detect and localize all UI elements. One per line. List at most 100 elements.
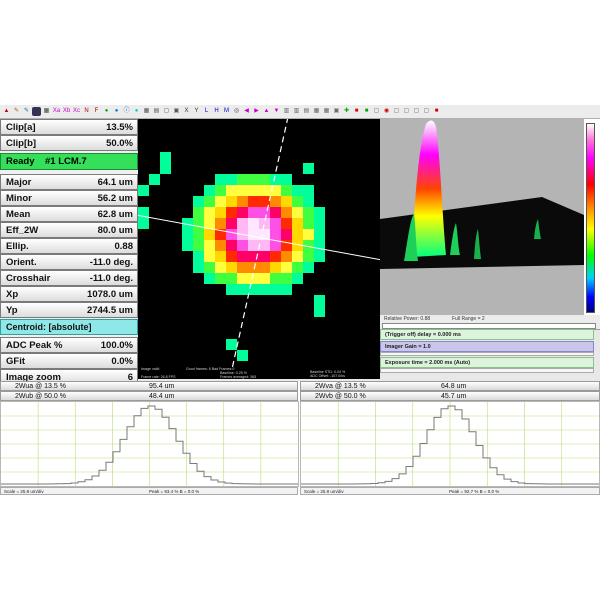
arrow-up-icon[interactable]: ▲ <box>2 107 11 116</box>
beam-pixel <box>303 185 314 196</box>
beam-pixel <box>182 240 193 251</box>
beam-pixel <box>215 262 226 273</box>
window-3-icon[interactable]: ▢ <box>402 107 411 116</box>
color-letter-xb[interactable]: Xb <box>62 107 71 116</box>
beam-pixel <box>259 218 270 229</box>
window-icon[interactable]: ▢ <box>372 107 381 116</box>
y-profile-plot[interactable] <box>300 401 600 487</box>
orient-row[interactable]: Orient. -11.0 deg. <box>0 254 138 270</box>
print-icon[interactable]: ▦ <box>42 107 51 116</box>
toolbar-letter-y[interactable]: Y <box>192 107 201 116</box>
beam-pixel <box>281 185 292 196</box>
3d-surface <box>380 120 584 269</box>
magenta-arrow-right-icon[interactable]: ▶ <box>252 107 261 116</box>
window-4-icon[interactable]: ▢ <box>412 107 421 116</box>
layout-3-icon[interactable]: ▤ <box>302 107 311 116</box>
x-profile-row-2: 2Wub @ 50.0 % 48.4 um <box>0 391 298 401</box>
y-profile-row-2: 2Wvb @ 50.0 % 45.7 um <box>300 391 600 401</box>
toolbar-letter-l[interactable]: L <box>202 107 211 116</box>
gain-slider[interactable] <box>380 352 594 356</box>
info-icon[interactable]: ⓘ <box>122 107 131 116</box>
beam-pixel <box>226 207 237 218</box>
beam-pixel <box>215 207 226 218</box>
color-letter-xa[interactable]: Xa <box>52 107 61 116</box>
crosshair-row[interactable]: Crosshair -11.0 deg. <box>0 270 138 286</box>
color-letter-xc[interactable]: Xc <box>72 107 81 116</box>
beam-pixel <box>248 207 259 218</box>
toolbar-letter-n[interactable]: N <box>82 107 91 116</box>
toolbar-letter-x[interactable]: X <box>182 107 191 116</box>
centroid-mode-row[interactable]: Centroid: [absolute] <box>0 319 138 335</box>
magenta-arrow-left-icon[interactable]: ◀ <box>242 107 251 116</box>
beam-pixel <box>193 251 204 262</box>
pencil-alt-icon[interactable]: ✎ <box>22 107 31 116</box>
x-peak-text: Peak = 93.4 % B = 0.0 % <box>149 489 200 494</box>
exit-icon[interactable]: ■ <box>432 107 441 116</box>
xp-row[interactable]: Xp 1078.0 um <box>0 286 138 302</box>
beam-pixel <box>182 229 193 240</box>
major-row[interactable]: Major 64.1 um <box>0 174 138 190</box>
minor-row[interactable]: Minor 56.2 um <box>0 190 138 206</box>
window-2-icon[interactable]: ▢ <box>392 107 401 116</box>
mean-row[interactable]: Mean 62.8 um <box>0 206 138 222</box>
ellip-row[interactable]: Ellip. 0.88 <box>0 238 138 254</box>
clip-b-row[interactable]: Clip[b] 50.0% <box>0 135 138 151</box>
yp-row[interactable]: Yp 2744.5 um <box>0 302 138 318</box>
beam-pixel <box>281 262 292 273</box>
beam-pixel <box>303 163 314 174</box>
beam-pixel <box>237 185 248 196</box>
beam-pixel <box>226 339 237 350</box>
beam-pixel <box>270 273 281 284</box>
blue-circle-icon[interactable]: ● <box>112 107 121 116</box>
beam-pixel <box>138 218 149 229</box>
exposure-control[interactable]: Exposure time = 2.000 ms (Auto) <box>380 357 594 368</box>
stop-green-icon[interactable]: ■ <box>362 107 371 116</box>
cyan-dot-icon[interactable]: ● <box>132 107 141 116</box>
gfit-row[interactable]: GFit 0.0% <box>0 353 138 369</box>
ready-status-row[interactable]: Ready #1 LCM.7 <box>0 153 138 170</box>
pencil-icon[interactable]: ✎ <box>12 107 21 116</box>
plus-icon[interactable]: ✚ <box>342 107 351 116</box>
beam-pixel <box>204 240 215 251</box>
grid-icon[interactable]: ▦ <box>142 107 151 116</box>
green-circle-icon[interactable]: ● <box>102 107 111 116</box>
eff-2w-value: 80.0 um <box>97 225 133 236</box>
3d-beam-view[interactable] <box>380 119 584 315</box>
image-valid-text: Image valid <box>141 367 160 371</box>
layout-4-icon[interactable]: ▦ <box>312 107 321 116</box>
layout-icon[interactable]: ▥ <box>282 107 291 116</box>
toolbar-letter-h[interactable]: H <box>212 107 221 116</box>
x-profile-plot[interactable] <box>0 401 302 487</box>
layout-2-icon[interactable]: ▥ <box>292 107 301 116</box>
beam-pixel <box>292 207 303 218</box>
lens-icon[interactable]: ◎ <box>232 107 241 116</box>
y-scale-text: Scale = 25.8 um/div <box>304 489 344 494</box>
ready-label: Ready <box>6 156 35 167</box>
exposure-slider[interactable] <box>380 368 594 373</box>
stop-red-icon[interactable]: ■ <box>352 107 361 116</box>
imager-gain-control[interactable]: Imager Gain = 1.0 <box>380 341 594 352</box>
arrow-up-2-icon[interactable]: ▲ <box>262 107 271 116</box>
clip-a-row[interactable]: Clip[a] 13.5% <box>0 119 138 135</box>
frame-icon[interactable]: ▢ <box>162 107 171 116</box>
arrow-down-icon[interactable]: ▼ <box>272 107 281 116</box>
target-icon[interactable]: ◉ <box>382 107 391 116</box>
beam-pixel <box>237 251 248 262</box>
beam-pixel <box>270 251 281 262</box>
table-icon[interactable]: ▤ <box>152 107 161 116</box>
toolbar-letter-f[interactable]: F <box>92 107 101 116</box>
camera-icon[interactable]: ▣ <box>332 107 341 116</box>
crosshair-value: -11.0 deg. <box>89 273 133 284</box>
window-5-icon[interactable]: ▢ <box>422 107 431 116</box>
eff-2w-row[interactable]: Eff_2W 80.0 um <box>0 222 138 238</box>
save-icon[interactable]: ▪ <box>32 107 41 116</box>
beam-image-view[interactable] <box>138 119 380 367</box>
beam-pixel <box>259 251 270 262</box>
frame-2-icon[interactable]: ▣ <box>172 107 181 116</box>
toolbar-letter-m[interactable]: M <box>222 107 231 116</box>
beam-pixel <box>292 196 303 207</box>
trigger-delay-control[interactable]: (Trigger off) delay = 0.000 ms <box>380 329 594 340</box>
adc-peak-row[interactable]: ADC Peak % 100.0% <box>0 337 138 353</box>
beam-pixel <box>215 196 226 207</box>
film-icon[interactable]: ▦ <box>322 107 331 116</box>
